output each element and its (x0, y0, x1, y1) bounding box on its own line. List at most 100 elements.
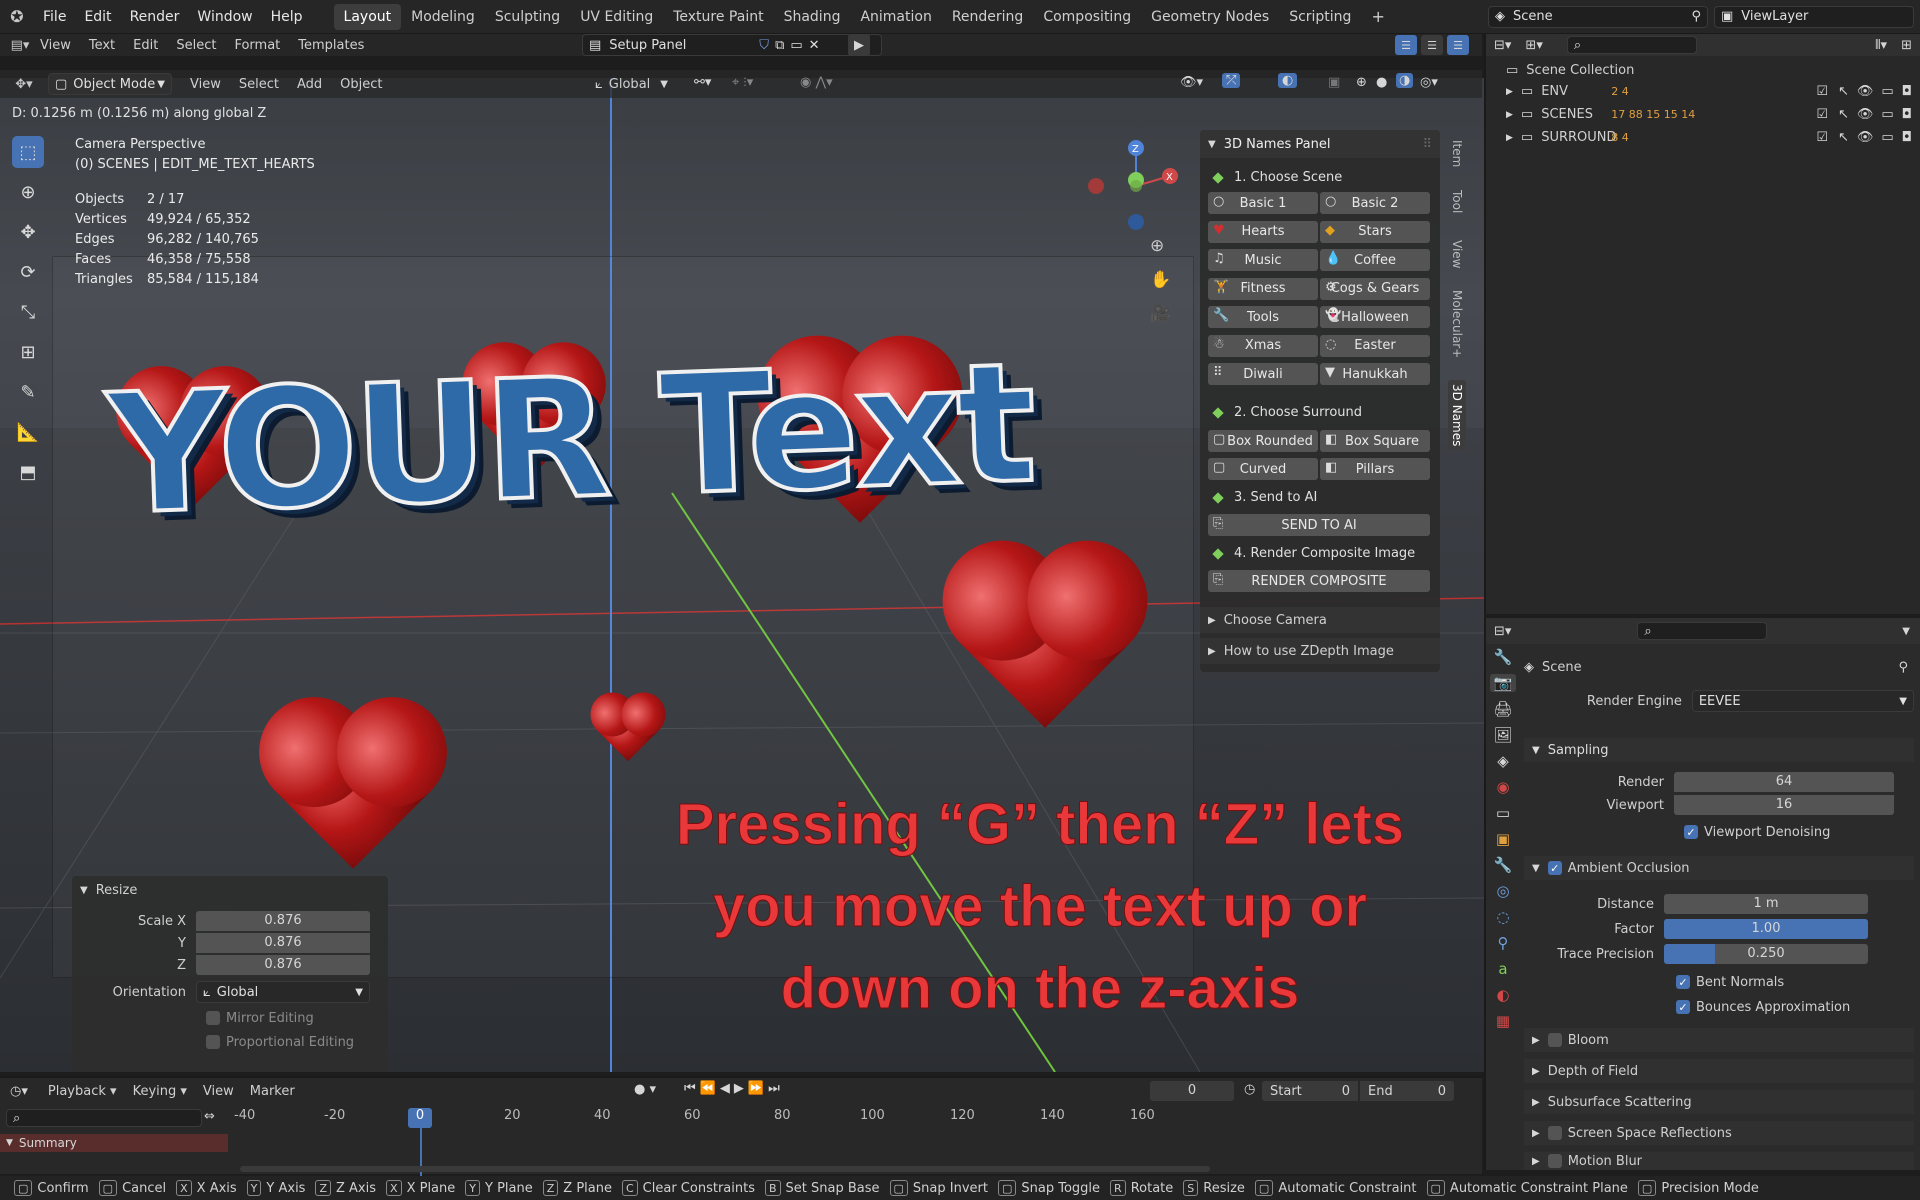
measure-tool-icon[interactable]: 📐 (12, 416, 44, 448)
viewport-editor-type-icon[interactable]: ✥▾ (0, 77, 48, 92)
rotate-tool-icon[interactable]: ⟳ (12, 256, 44, 288)
tab-layout[interactable]: Layout (333, 3, 402, 30)
surround-curved-button[interactable]: ▢ Curved (1208, 458, 1318, 480)
menu-window[interactable]: Window (188, 0, 261, 34)
surround-box-rounded-button[interactable]: ▢ Box Rounded (1208, 430, 1318, 452)
shield-icon[interactable]: ⛉ (759, 38, 769, 53)
scene-button-stars[interactable]: ◆ Stars (1320, 220, 1430, 243)
viewlayer-selector[interactable]: ▣ ViewLayer (1714, 5, 1914, 28)
snap-icon[interactable]: ⌖ ⫶▾ (732, 75, 753, 90)
object-tab-icon[interactable]: ▣ (1496, 830, 1510, 848)
cursor-tool-icon[interactable]: ⊕ (12, 176, 44, 208)
viewport-denoising-checkbox[interactable]: ✓ (1684, 825, 1698, 839)
text-file-selector[interactable]: ▤ Setup Panel ⛉ ⧉ ▭ ✕ (582, 34, 882, 56)
motion-blur-panel-header[interactable]: ▶ Motion Blur (1524, 1152, 1914, 1170)
scene-button-diwali[interactable]: ⠿ Diwali (1208, 363, 1318, 385)
tab-uv-editing[interactable]: UV Editing (570, 4, 663, 30)
ao-distance-field[interactable]: 1 m (1664, 894, 1868, 914)
view-layer-tab-icon[interactable]: 🖼 (1493, 726, 1512, 744)
tab-3d-names[interactable]: 3D Names (1448, 380, 1466, 451)
text-menu-templates[interactable]: Templates (298, 38, 364, 53)
pivot-icon[interactable]: ⚯▾ (694, 75, 711, 90)
eye-icon[interactable]: 👁 (1857, 107, 1874, 122)
eye-icon[interactable]: 👁 (1857, 84, 1874, 99)
timeline-ruler[interactable]: -40 -20 0 20 40 60 80 100 120 140 160 (230, 1108, 1470, 1130)
timeline-menu-playback[interactable]: Playback ▾ (48, 1084, 117, 1099)
bounces-approximation-checkbox[interactable]: ✓ (1676, 1000, 1690, 1014)
timeline-search[interactable]: ⌕ (6, 1109, 202, 1127)
names-panel-header[interactable]: ▼ 3D Names Panel ⠿ (1200, 130, 1440, 158)
select-icon[interactable]: ↖ (1838, 84, 1849, 99)
subsurface-panel-header[interactable]: ▶ Subsurface Scattering (1524, 1090, 1914, 1114)
checkbox-icon[interactable]: ☑ (1816, 107, 1828, 122)
scene-selector[interactable]: ◈ Scene ⚲ (1488, 5, 1708, 28)
end-frame-field[interactable]: End 0 (1360, 1081, 1454, 1101)
current-frame-field[interactable]: 0 (1150, 1081, 1234, 1101)
eye-icon[interactable]: 👁 (1857, 130, 1874, 145)
camera-icon[interactable]: ◘ (1902, 107, 1912, 122)
texture-tab-icon[interactable]: ▦ (1496, 1012, 1510, 1030)
shading-wireframe-icon[interactable]: ⊕ (1356, 75, 1367, 90)
physics-tab-icon[interactable]: ◌ (1496, 908, 1509, 926)
editor-type-icon[interactable]: ▤▾ (0, 38, 40, 53)
render-engine-dropdown[interactable]: EEVEE ▼ (1691, 690, 1914, 712)
tab-rendering[interactable]: Rendering (942, 4, 1034, 30)
checkbox-icon[interactable]: ☑ (1816, 84, 1828, 99)
material-tab-icon[interactable]: ◐ (1496, 986, 1509, 1004)
tab-shading[interactable]: Shading (774, 4, 851, 30)
scene-button-music[interactable]: ♫ Music (1208, 249, 1318, 271)
resize-panel-header[interactable]: ▼ Resize (72, 876, 388, 904)
camera-view-icon[interactable]: 🎥 (1150, 304, 1171, 324)
choose-camera-subpanel[interactable]: ▶ Choose Camera (1200, 607, 1440, 633)
scene-button-tools[interactable]: 🔧 Tools (1208, 306, 1318, 328)
scale-x-field[interactable]: 0.876 (196, 911, 370, 931)
chevron-right-icon[interactable]: ▶ (1506, 133, 1513, 143)
text-menu-edit[interactable]: Edit (133, 38, 158, 53)
text-menu-view[interactable]: View (40, 38, 71, 53)
camera-icon[interactable]: ◘ (1902, 130, 1912, 145)
chevron-down-icon[interactable]: ▼ (1902, 626, 1910, 637)
transform-tool-icon[interactable]: ⊞ (12, 336, 44, 368)
depth-of-field-panel-header[interactable]: ▶ Depth of Field (1524, 1059, 1914, 1083)
select-icon[interactable]: ↖ (1838, 107, 1849, 122)
render-samples-field[interactable]: 64 (1674, 772, 1894, 792)
ambient-occlusion-checkbox[interactable]: ✓ (1547, 861, 1562, 875)
surround-box-square-button[interactable]: ◧ Box Square (1320, 430, 1430, 452)
playhead[interactable]: 0 (408, 1108, 432, 1128)
mirror-editing-checkbox[interactable] (206, 1011, 220, 1025)
monitor-icon[interactable]: ▭ (1881, 130, 1893, 145)
scene-button-fitness[interactable]: 🏋 Fitness (1208, 277, 1318, 300)
duplicate-icon[interactable]: ⧉ (775, 38, 784, 53)
tab-view[interactable]: View (1450, 240, 1464, 268)
scene-button-halloween[interactable]: 👻 Halloween (1320, 306, 1430, 328)
proportional-editing-checkbox[interactable] (206, 1035, 220, 1049)
proportional-edit-icon[interactable]: ◉ ⋀▾ (800, 75, 833, 90)
properties-search[interactable]: ⌕ (1637, 622, 1768, 640)
outliner-editor-icon[interactable]: ⊟▾ (1494, 38, 1511, 53)
menu-help[interactable]: Help (262, 0, 312, 34)
collection-tab-icon[interactable]: ▭ (1496, 804, 1510, 822)
menu-edit[interactable]: Edit (75, 0, 120, 34)
new-collection-icon[interactable]: ⊞ (1901, 38, 1912, 53)
blender-logo-icon[interactable]: ✪ (0, 0, 34, 34)
outliner-item-scenes[interactable]: ▶ ▭ SCENES 17 88 15 15 14 ☑ ↖ 👁 ▭ ◘ (1486, 103, 1920, 126)
add-cube-tool-icon[interactable]: ⬒ (12, 456, 44, 488)
pan-hand-icon[interactable]: ✋ (1150, 270, 1171, 290)
scene-tab-icon[interactable]: ◈ (1497, 752, 1509, 770)
scene-button-coffee[interactable]: 💧 Coffee (1320, 249, 1430, 271)
tab-item[interactable]: Item (1450, 140, 1464, 167)
camera-icon[interactable]: ◘ (1902, 84, 1912, 99)
bent-normals-checkbox[interactable]: ✓ (1676, 975, 1690, 989)
tab-sculpting[interactable]: Sculpting (485, 4, 570, 30)
timeline-editor-icon[interactable]: ◷▾ (10, 1084, 28, 1099)
scene-3d-text[interactable]: YOUR Text (103, 325, 1037, 553)
run-script-button[interactable]: ▶ (848, 34, 870, 56)
sampling-panel-header[interactable]: ▼ Sampling (1524, 738, 1914, 762)
timeline-menu-keying[interactable]: Keying ▾ (133, 1084, 187, 1099)
monitor-icon[interactable]: ▭ (1881, 107, 1893, 122)
constraints-tab-icon[interactable]: ⚲ (1498, 934, 1509, 952)
timeline-menu-view[interactable]: View (203, 1084, 234, 1099)
trace-precision-slider[interactable]: 0.250 (1664, 944, 1868, 964)
gizmo-toggle-icon[interactable]: ⤱ (1222, 73, 1241, 88)
drag-handle-icon[interactable]: ⠿ (1422, 137, 1432, 152)
